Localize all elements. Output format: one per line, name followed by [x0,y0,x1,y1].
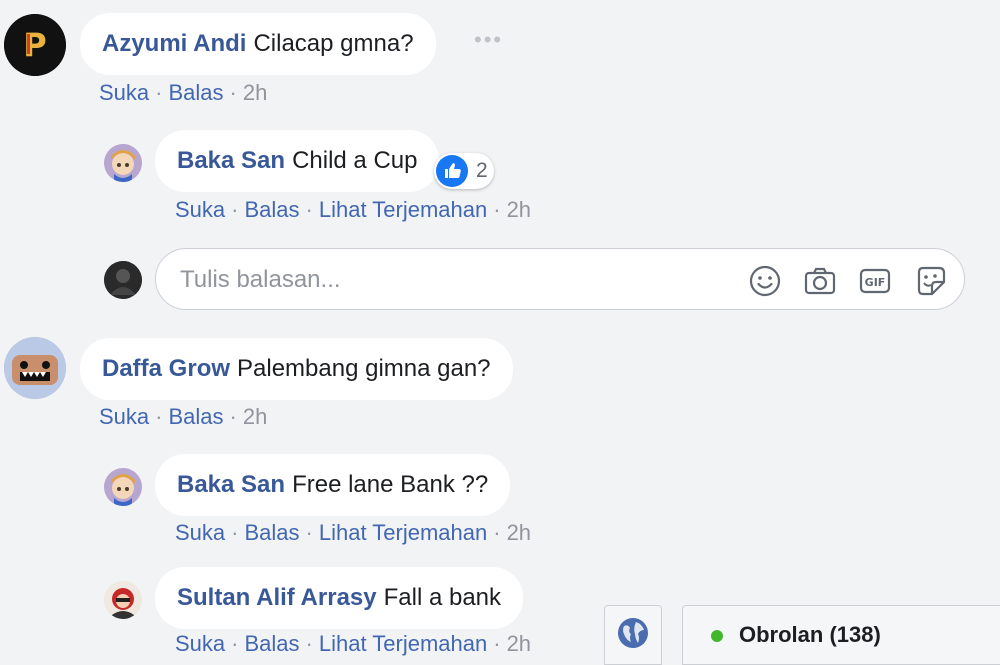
globe-button[interactable] [604,605,662,665]
like-link[interactable]: Suka [175,631,225,656]
comment-author[interactable]: Daffa Grow [102,357,230,381]
reply-link[interactable]: Balas [168,80,223,105]
globe-icon [618,618,648,648]
avatar[interactable]: P [4,14,66,76]
comment-text: Child a Cup [292,147,418,174]
reaction-badge[interactable]: 2 [434,153,494,189]
chat-bar[interactable]: Obrolan (138) [682,605,1000,665]
timestamp[interactable]: 2h [507,197,531,222]
reply-input[interactable] [178,263,702,297]
sticker-icon[interactable] [914,264,948,298]
more-options-icon[interactable]: ••• [474,29,503,51]
comment-text: Cilacap gmna? [253,30,414,57]
timestamp[interactable]: 2h [243,80,267,105]
comment-actions: Suka · Balas · Lihat Terjemahan · 2h [175,520,532,545]
reply-link[interactable]: Balas [244,520,299,545]
comment-author[interactable]: Azyumi Andi [102,32,246,56]
comment-bubble: Azyumi Andi Cilacap gmna? [80,13,436,75]
like-link[interactable]: Suka [99,404,149,429]
avatar[interactable] [104,144,142,182]
see-translation-link[interactable]: Lihat Terjemahan [319,631,487,656]
comment-author[interactable]: Baka San [177,149,285,173]
camera-icon[interactable] [803,264,837,298]
comment-bubble: Baka San Child a Cup [155,130,440,192]
comment-bubble: Baka San Free lane Bank ?? [155,454,511,516]
like-reaction-icon [436,155,468,187]
comment-author[interactable]: Baka San [177,473,285,497]
chat-label: Obrolan (138) [739,622,881,647]
like-link[interactable]: Suka [99,80,149,105]
reply-link[interactable]: Balas [244,631,299,656]
avatar [104,261,142,299]
reply-link[interactable]: Balas [168,404,223,429]
see-translation-link[interactable]: Lihat Terjemahan [319,197,487,222]
comment-actions: Suka · Balas · 2h [99,404,268,429]
avatar[interactable] [104,468,142,506]
svg-text:P: P [23,26,46,64]
avatar[interactable] [104,581,142,619]
timestamp[interactable]: 2h [507,520,531,545]
smiley-icon[interactable] [748,264,782,298]
gif-icon[interactable]: GIF [858,264,892,298]
timestamp[interactable]: 2h [507,631,531,656]
comment-actions: Suka · Balas · 2h [99,80,268,105]
online-status-icon [711,630,723,642]
comment-text: Free lane Bank ?? [292,471,489,498]
reaction-count: 2 [476,159,488,182]
comment-actions: Suka · Balas · Lihat Terjemahan · 2h [175,197,532,222]
comment-bubble: Sultan Alif Arrasy Fall a bank [155,567,524,629]
comment-actions: Suka · Balas · Lihat Terjemahan · 2h [175,631,532,656]
avatar[interactable] [4,337,66,399]
comment-bubble: Daffa Grow Palembang gimna gan? [80,338,513,400]
comment-text: Fall a bank [383,584,502,611]
like-link[interactable]: Suka [175,520,225,545]
timestamp[interactable]: 2h [243,404,267,429]
reply-link[interactable]: Balas [244,197,299,222]
like-link[interactable]: Suka [175,197,225,222]
comment-author[interactable]: Sultan Alif Arrasy [177,586,377,610]
svg-text:GIF: GIF [865,276,886,289]
comment-text: Palembang gimna gan? [237,355,491,382]
reply-box: GIF [155,248,965,310]
see-translation-link[interactable]: Lihat Terjemahan [319,520,487,545]
